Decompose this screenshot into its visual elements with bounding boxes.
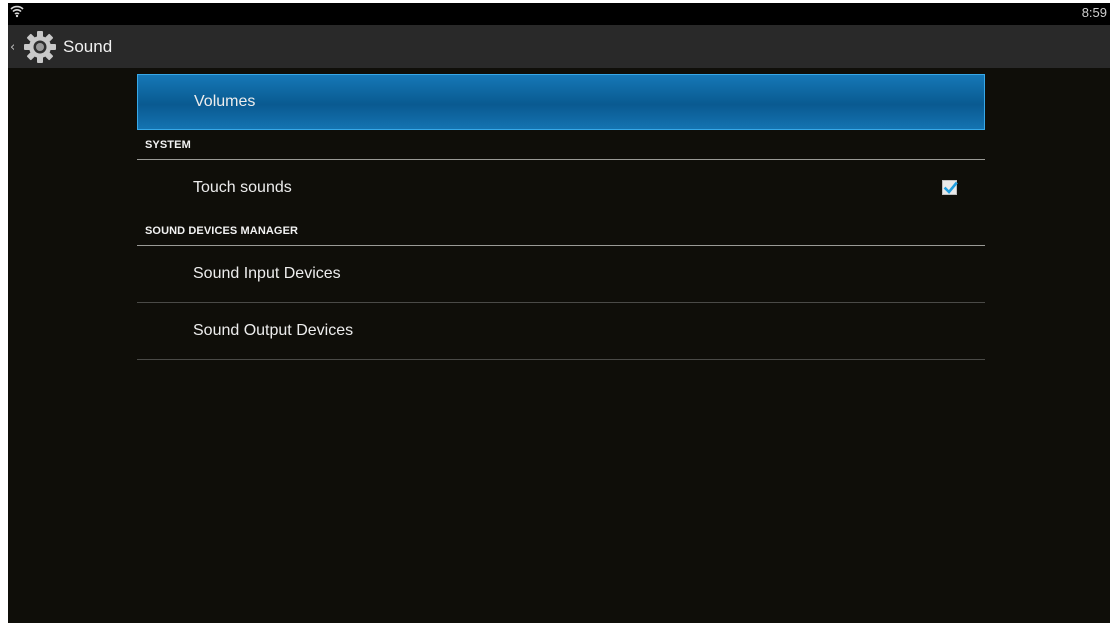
touch-sounds-checkbox[interactable] [942, 180, 958, 195]
checkmark-icon [943, 181, 958, 194]
status-bar: 8:59 [8, 3, 1110, 25]
sound-output-devices-label: Sound Output Devices [193, 322, 354, 339]
sound-devices-header-label: SOUND DEVICES MANAGER [145, 225, 299, 237]
settings-list: Volumes SYSTEM Touch sounds SOUND DEVICE… [137, 74, 985, 360]
gear-icon [24, 31, 56, 63]
action-bar: ‹ Sound [8, 25, 1110, 68]
touch-sounds-label: Touch sounds [193, 179, 292, 196]
clock: 8:59 [1081, 5, 1107, 20]
page-title: Sound [63, 37, 113, 56]
screen: 8:59 ‹ Sound Volumes SYSTEM Touch sounds… [8, 3, 1110, 623]
touch-sounds-item[interactable]: Touch sounds [137, 160, 985, 216]
system-header-label: SYSTEM [145, 139, 191, 151]
wifi-icon [10, 5, 24, 18]
system-section-header: SYSTEM [137, 130, 985, 160]
volumes-item[interactable]: Volumes [137, 74, 985, 130]
sound-output-devices-item[interactable]: Sound Output Devices [137, 303, 985, 360]
sound-devices-section-header: SOUND DEVICES MANAGER [137, 216, 985, 246]
chevron-left-icon: ‹ [10, 40, 16, 55]
sound-input-devices-label: Sound Input Devices [193, 265, 341, 282]
sound-input-devices-item[interactable]: Sound Input Devices [137, 246, 985, 303]
volumes-label: Volumes [194, 93, 256, 110]
